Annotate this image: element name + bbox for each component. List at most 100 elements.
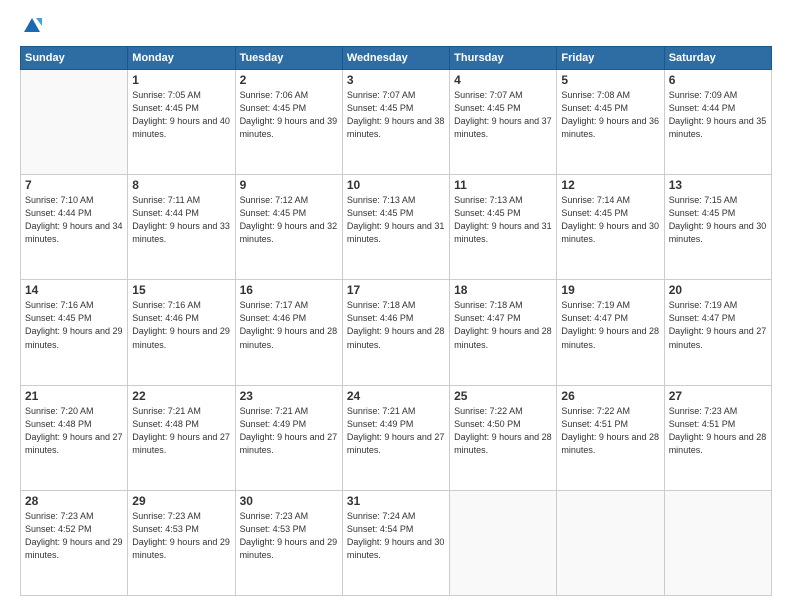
day-info: Sunrise: 7:21 AMSunset: 4:49 PMDaylight:… (347, 405, 445, 457)
day-number: 21 (25, 389, 123, 403)
day-number: 14 (25, 283, 123, 297)
day-cell: 19Sunrise: 7:19 AMSunset: 4:47 PMDayligh… (557, 280, 664, 385)
day-header-wednesday: Wednesday (342, 47, 449, 70)
day-cell: 26 Sunrise: 7:22 AMSunset: 4:51 PMDayligh… (557, 385, 664, 490)
calendar: SundayMondayTuesdayWednesdayThursdayFrid… (20, 46, 772, 596)
day-number: 31 (347, 494, 445, 508)
day-info: Sunrise: 7:20 AMSunset: 4:48 PMDaylight:… (25, 405, 123, 457)
day-cell (664, 490, 771, 595)
week-row-4: 21 Sunrise: 7:20 AMSunset: 4:48 PMDayligh… (21, 385, 772, 490)
day-number: 16 (240, 283, 338, 297)
day-number: 13 (669, 178, 767, 192)
day-cell: 22Sunrise: 7:21 AMSunset: 4:48 PMDayligh… (128, 385, 235, 490)
day-number: 26 (561, 389, 659, 403)
day-cell: 8 Sunrise: 7:11 AMSunset: 4:44 PMDaylight… (128, 175, 235, 280)
day-cell: 16 Sunrise: 7:17 AMSunset: 4:46 PMDayligh… (235, 280, 342, 385)
day-number: 20 (669, 283, 767, 297)
day-info: Sunrise: 7:18 AMSunset: 4:46 PMDaylight:… (347, 299, 445, 351)
day-header-tuesday: Tuesday (235, 47, 342, 70)
day-number: 1 (132, 73, 230, 87)
day-info: Sunrise: 7:14 AMSunset: 4:45 PMDaylight:… (561, 194, 659, 246)
day-number: 17 (347, 283, 445, 297)
day-number: 7 (25, 178, 123, 192)
day-header-friday: Friday (557, 47, 664, 70)
day-cell: 3 Sunrise: 7:07 AMSunset: 4:45 PMDaylight… (342, 70, 449, 175)
day-cell: 12 Sunrise: 7:14 AMSunset: 4:45 PMDayligh… (557, 175, 664, 280)
day-number: 9 (240, 178, 338, 192)
day-header-saturday: Saturday (664, 47, 771, 70)
day-info: Sunrise: 7:07 AMSunset: 4:45 PMDaylight:… (454, 89, 552, 141)
day-number: 15 (132, 283, 230, 297)
day-info: Sunrise: 7:22 AMSunset: 4:50 PMDaylight:… (454, 405, 552, 457)
day-cell: 30 Sunrise: 7:23 AMSunset: 4:53 PMDayligh… (235, 490, 342, 595)
day-cell: 4 Sunrise: 7:07 AMSunset: 4:45 PMDaylight… (450, 70, 557, 175)
day-cell: 2 Sunrise: 7:06 AMSunset: 4:45 PMDaylight… (235, 70, 342, 175)
day-number: 29 (132, 494, 230, 508)
day-info: Sunrise: 7:05 AMSunset: 4:45 PMDaylight:… (132, 89, 230, 141)
day-info: Sunrise: 7:16 AMSunset: 4:46 PMDaylight:… (132, 299, 230, 351)
day-cell: 18 Sunrise: 7:18 AMSunset: 4:47 PMDayligh… (450, 280, 557, 385)
day-number: 12 (561, 178, 659, 192)
day-info: Sunrise: 7:10 AMSunset: 4:44 PMDaylight:… (25, 194, 123, 246)
week-row-3: 14 Sunrise: 7:16 AMSunset: 4:45 PMDayligh… (21, 280, 772, 385)
day-cell: 25 Sunrise: 7:22 AMSunset: 4:50 PMDayligh… (450, 385, 557, 490)
day-info: Sunrise: 7:07 AMSunset: 4:45 PMDaylight:… (347, 89, 445, 141)
day-cell: 5 Sunrise: 7:08 AMSunset: 4:45 PMDaylight… (557, 70, 664, 175)
day-cell: 15 Sunrise: 7:16 AMSunset: 4:46 PMDayligh… (128, 280, 235, 385)
day-number: 25 (454, 389, 552, 403)
day-header-sunday: Sunday (21, 47, 128, 70)
calendar-header-row: SundayMondayTuesdayWednesdayThursdayFrid… (21, 47, 772, 70)
day-cell: 1 Sunrise: 7:05 AMSunset: 4:45 PMDaylight… (128, 70, 235, 175)
day-cell: 23Sunrise: 7:21 AMSunset: 4:49 PMDayligh… (235, 385, 342, 490)
day-cell: 14 Sunrise: 7:16 AMSunset: 4:45 PMDayligh… (21, 280, 128, 385)
day-cell: 7 Sunrise: 7:10 AMSunset: 4:44 PMDaylight… (21, 175, 128, 280)
logo (20, 16, 42, 36)
week-row-5: 28 Sunrise: 7:23 AMSunset: 4:52 PMDayligh… (21, 490, 772, 595)
day-number: 22 (132, 389, 230, 403)
day-cell: 24 Sunrise: 7:21 AMSunset: 4:49 PMDayligh… (342, 385, 449, 490)
header (20, 16, 772, 36)
day-number: 5 (561, 73, 659, 87)
day-cell: 21 Sunrise: 7:20 AMSunset: 4:48 PMDayligh… (21, 385, 128, 490)
day-number: 24 (347, 389, 445, 403)
day-info: Sunrise: 7:12 AMSunset: 4:45 PMDaylight:… (240, 194, 338, 246)
day-cell: 31Sunrise: 7:24 AMSunset: 4:54 PMDayligh… (342, 490, 449, 595)
day-info: Sunrise: 7:09 AMSunset: 4:44 PMDaylight:… (669, 89, 767, 141)
day-info: Sunrise: 7:23 AMSunset: 4:51 PMDaylight:… (669, 405, 767, 457)
page: SundayMondayTuesdayWednesdayThursdayFrid… (0, 0, 792, 612)
day-info: Sunrise: 7:16 AMSunset: 4:45 PMDaylight:… (25, 299, 123, 351)
logo-icon (22, 16, 42, 36)
day-cell: 9 Sunrise: 7:12 AMSunset: 4:45 PMDaylight… (235, 175, 342, 280)
day-header-monday: Monday (128, 47, 235, 70)
day-info: Sunrise: 7:22 AMSunset: 4:51 PMDaylight:… (561, 405, 659, 457)
day-info: Sunrise: 7:11 AMSunset: 4:44 PMDaylight:… (132, 194, 230, 246)
day-cell: 28 Sunrise: 7:23 AMSunset: 4:52 PMDayligh… (21, 490, 128, 595)
day-info: Sunrise: 7:23 AMSunset: 4:53 PMDaylight:… (132, 510, 230, 562)
day-number: 30 (240, 494, 338, 508)
day-number: 3 (347, 73, 445, 87)
day-cell (21, 70, 128, 175)
day-number: 11 (454, 178, 552, 192)
day-info: Sunrise: 7:08 AMSunset: 4:45 PMDaylight:… (561, 89, 659, 141)
day-info: Sunrise: 7:13 AMSunset: 4:45 PMDaylight:… (454, 194, 552, 246)
day-number: 27 (669, 389, 767, 403)
day-number: 2 (240, 73, 338, 87)
day-number: 28 (25, 494, 123, 508)
day-cell (557, 490, 664, 595)
day-info: Sunrise: 7:23 AMSunset: 4:52 PMDaylight:… (25, 510, 123, 562)
day-number: 4 (454, 73, 552, 87)
day-info: Sunrise: 7:23 AMSunset: 4:53 PMDaylight:… (240, 510, 338, 562)
day-info: Sunrise: 7:15 AMSunset: 4:45 PMDaylight:… (669, 194, 767, 246)
day-number: 10 (347, 178, 445, 192)
day-cell: 10 Sunrise: 7:13 AMSunset: 4:45 PMDayligh… (342, 175, 449, 280)
day-info: Sunrise: 7:18 AMSunset: 4:47 PMDaylight:… (454, 299, 552, 351)
day-info: Sunrise: 7:13 AMSunset: 4:45 PMDaylight:… (347, 194, 445, 246)
day-number: 8 (132, 178, 230, 192)
day-cell: 11 Sunrise: 7:13 AMSunset: 4:45 PMDayligh… (450, 175, 557, 280)
day-info: Sunrise: 7:06 AMSunset: 4:45 PMDaylight:… (240, 89, 338, 141)
day-number: 18 (454, 283, 552, 297)
day-info: Sunrise: 7:17 AMSunset: 4:46 PMDaylight:… (240, 299, 338, 351)
day-cell (450, 490, 557, 595)
week-row-1: 1 Sunrise: 7:05 AMSunset: 4:45 PMDaylight… (21, 70, 772, 175)
day-cell: 6Sunrise: 7:09 AMSunset: 4:44 PMDaylight… (664, 70, 771, 175)
